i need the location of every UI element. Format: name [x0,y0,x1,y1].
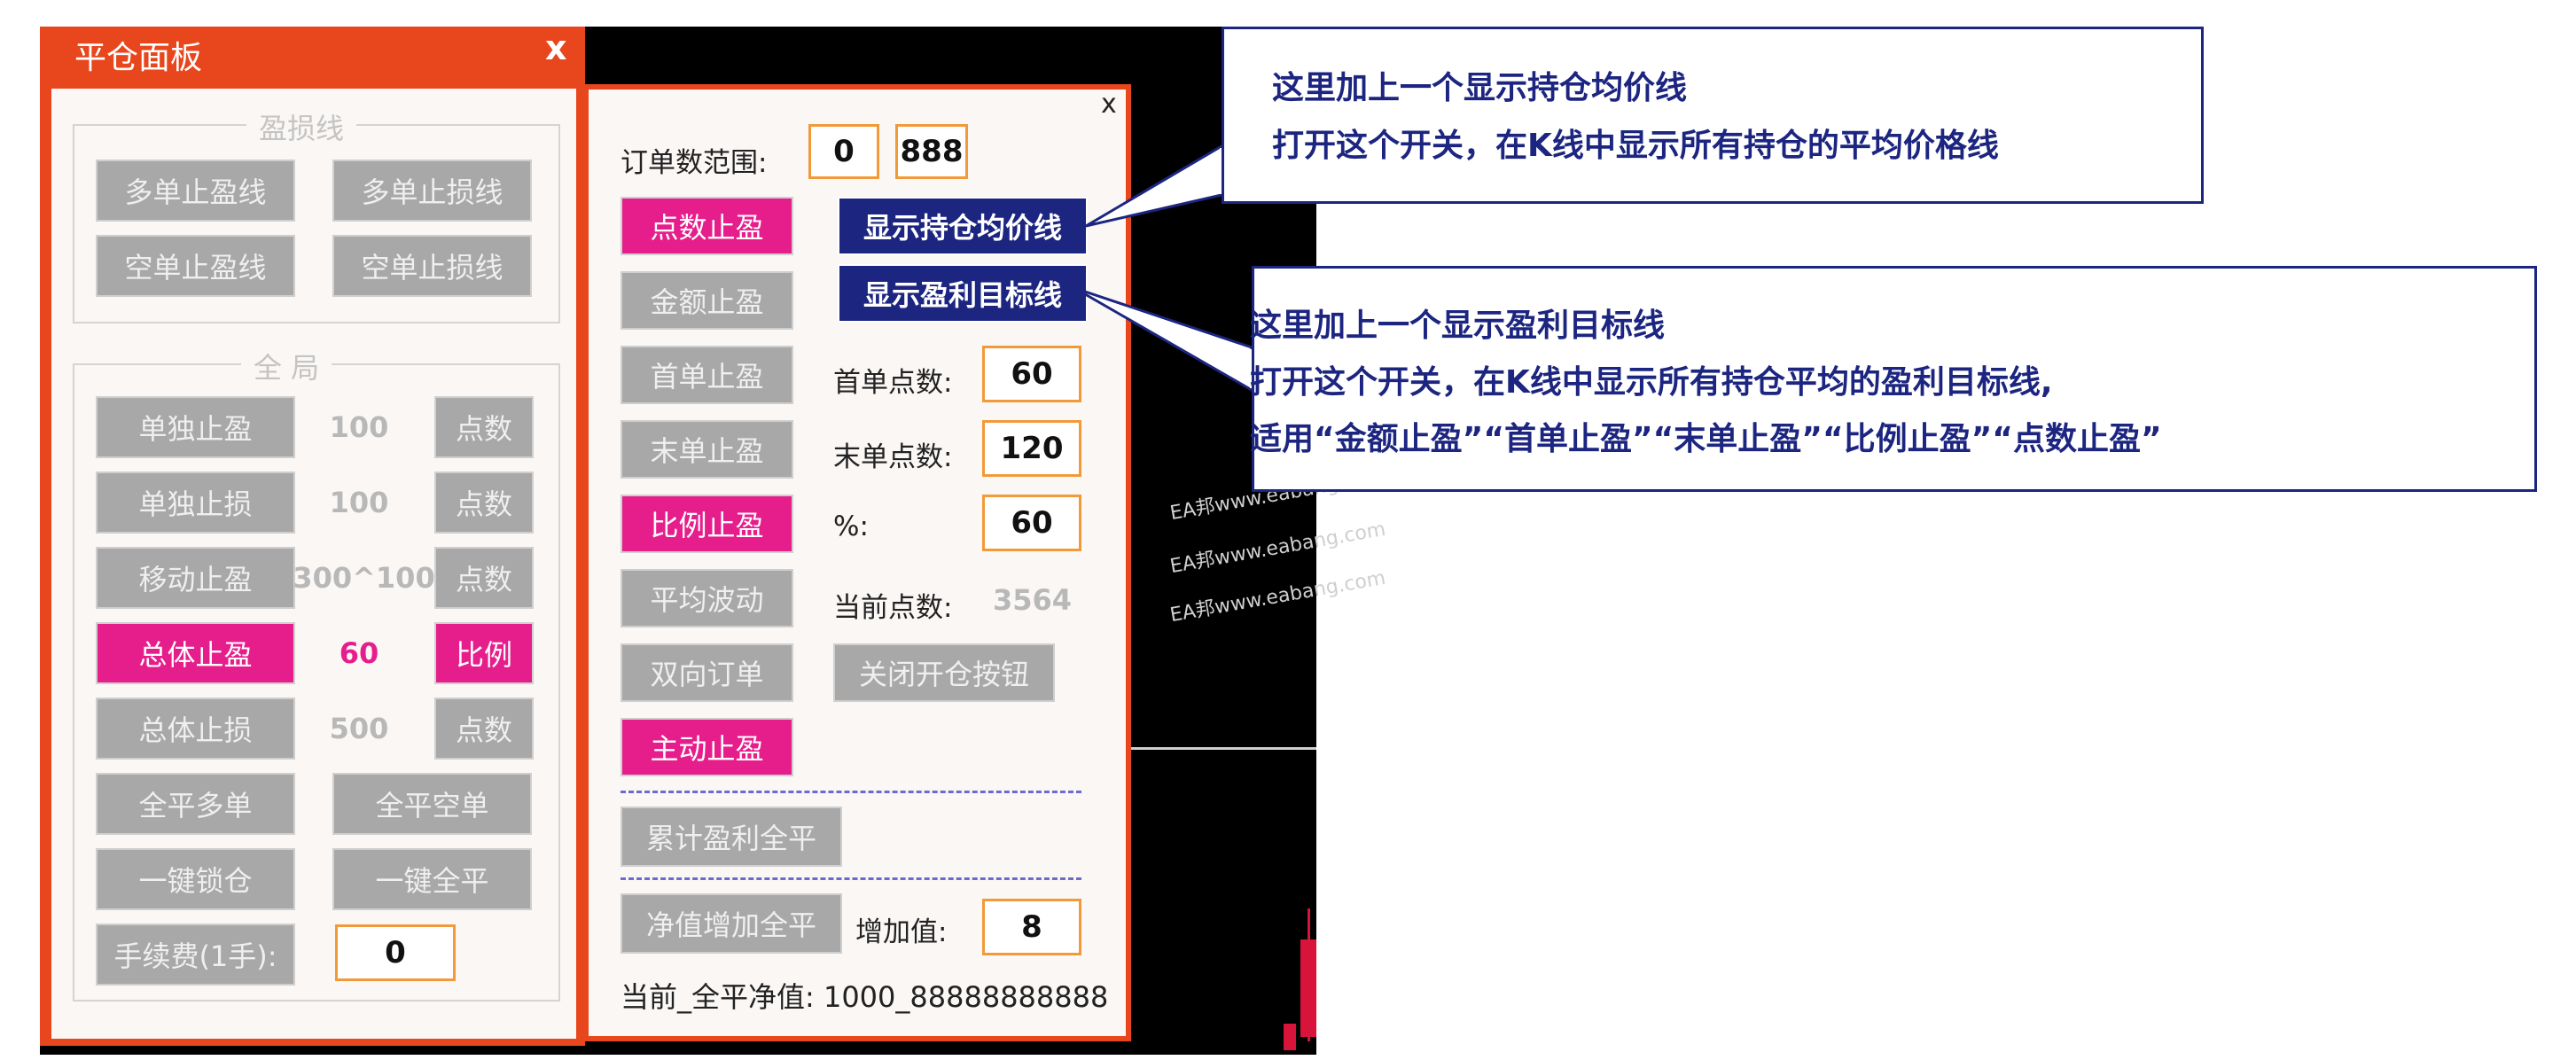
callout-avg-price-line [1222,27,2204,204]
callout-line: 打开这个开关，在K线中显示所有持仓平均的盈利目标线, [1250,364,2053,401]
callout-line: 这里加上一个显示持仓均价线 [1272,70,1688,106]
callout-line: 这里加上一个显示盈利目标线 [1250,308,1666,344]
callout-line: 打开这个开关，在K线中显示所有持仓的平均价格线 [1272,128,1999,164]
callout-line: 适用“金额止盈”“首单止盈”“末单止盈”“比例止盈”“点数止盈” [1250,421,2162,457]
